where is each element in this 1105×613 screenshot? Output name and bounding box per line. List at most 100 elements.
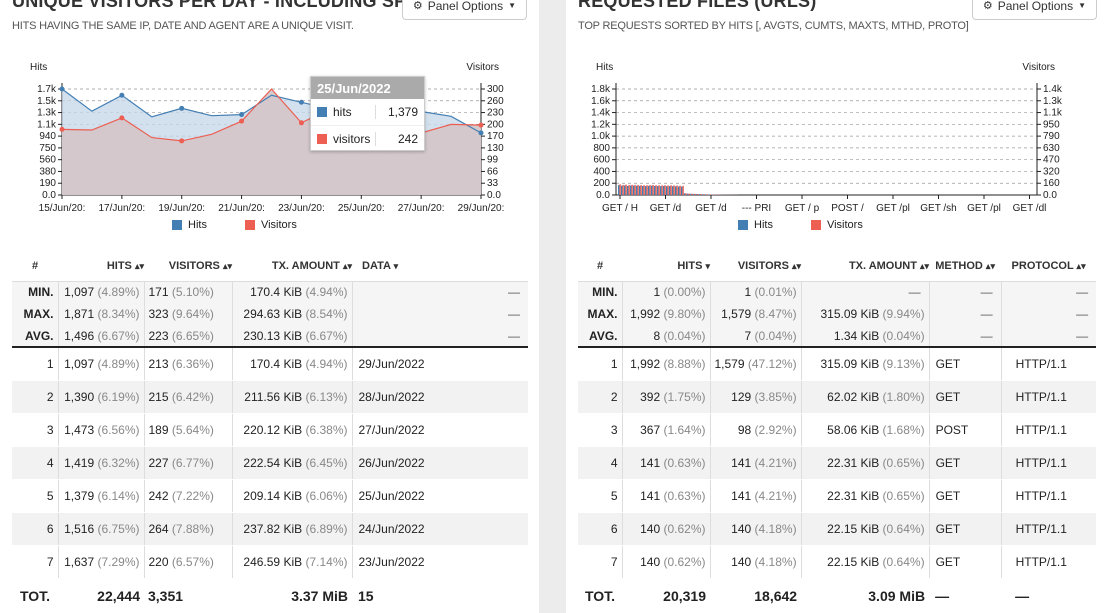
cell-hits: 141 (0.63%) xyxy=(621,479,710,513)
sort-icon: ▴▾ xyxy=(920,260,930,271)
hits-percent: (1.75%) xyxy=(663,389,706,404)
table-row[interactable]: 4 1,419 (6.32%) 227 (6.77%) 222.54 KiB (6.4… xyxy=(12,446,528,480)
visitors-bar xyxy=(652,184,654,195)
y-tick-label: 1.7k xyxy=(37,84,57,95)
visitors-bar xyxy=(694,193,696,195)
row-index: 2 xyxy=(578,380,622,414)
header-data[interactable]: DATA ▾ xyxy=(352,251,528,281)
axes: Hits Visitors0.0 0.0200 160400 320600 470800 6… xyxy=(591,62,1063,201)
table-row[interactable]: 4 141 (0.63%) 141 (4.21%) 22.31 KiB (0.65%)… xyxy=(578,446,1097,480)
y2-tick-label: 160 xyxy=(1043,178,1060,189)
sort-icon: ▴▾ xyxy=(985,260,995,271)
hits-bar xyxy=(654,185,656,195)
table-row[interactable]: 3 367 (1.64%) 98 (2.92%) 58.06 KiB (1.68%) P… xyxy=(578,413,1097,447)
row-index: 4 xyxy=(578,446,622,480)
cell-hits: 1,992 (8.88%) xyxy=(621,347,710,381)
hits-value: 8 xyxy=(653,328,661,343)
y-tick-label: 560 xyxy=(39,155,56,166)
table-row[interactable]: 2 1,390 (6.19%) 215 (6.42%) 211.56 KiB (6.1… xyxy=(12,380,528,414)
y2-tick-label: 320 xyxy=(1043,166,1060,177)
panel-options-button[interactable]: ⚙ Panel Options ▼ xyxy=(401,0,527,20)
cell-method: — xyxy=(928,303,1002,325)
cell-tx: — xyxy=(800,280,930,303)
cell-hits: 1,097 (4.89%) xyxy=(57,280,144,303)
table-row[interactable]: 6 140 (0.62%) 140 (4.18%) 22.15 KiB (0.64%)… xyxy=(578,512,1097,546)
total-tx: 3.37 MiB xyxy=(232,577,352,613)
cell-visitors: 213 (6.36%) xyxy=(143,347,232,381)
header-visitors[interactable]: VISITORS ▴▾ xyxy=(144,251,232,281)
hits-bar xyxy=(678,186,680,195)
legend-item-hits[interactable]: Hits xyxy=(738,219,773,231)
table-row[interactable]: 5 141 (0.63%) 141 (4.21%) 22.31 KiB (0.65%)… xyxy=(578,479,1097,513)
legend-item-visitors[interactable]: Visitors xyxy=(810,219,863,231)
visitors-bar xyxy=(691,193,693,195)
visitors-bar xyxy=(646,185,648,195)
sort-icon: ▴▾ xyxy=(342,260,352,271)
tx-percent: (0.65%) xyxy=(882,455,925,470)
requested-files-table: # HITS ▾ VISITORS ▴▾ TX. AMOUNT ▴▾ METHO… xyxy=(578,251,1097,613)
visitors-value: 220 xyxy=(148,554,169,569)
table-row[interactable]: 5 1,379 (6.14%) 242 (7.22%) 209.14 KiB (6.0… xyxy=(12,479,528,513)
cell-visitors: 141 (4.21%) xyxy=(709,446,802,480)
table-row[interactable]: 7 1,637 (7.29%) 220 (6.57%) 246.59 KiB (7.1… xyxy=(12,545,528,579)
hits-value: 1,992 xyxy=(630,307,661,321)
cell-tx: 1.34 KiB (0.04%) xyxy=(800,325,930,348)
x-tick-label: GET /sh xyxy=(920,203,957,214)
visitors-percent: (6.36%) xyxy=(171,356,214,371)
stat-row: MAX. 1,992 (9.80%) 1,579 (8.47%) 315.09 KiB… xyxy=(578,303,1097,325)
visitors-bar xyxy=(697,193,699,195)
x-tick-label: --- PRI xyxy=(742,203,771,214)
cell-tx: 222.54 KiB (6.45%) xyxy=(231,446,352,480)
tx-percent: (6.38%) xyxy=(305,422,348,437)
y-tick-label: 0.0 xyxy=(596,190,610,201)
header-visitors[interactable]: VISITORS ▴▾ xyxy=(710,251,801,281)
legend-item-hits[interactable]: Hits xyxy=(172,219,207,231)
gear-icon: ⚙ xyxy=(412,0,423,12)
requested-files-bar-chart[interactable]: Hits Visitors0.0 0.0200 160400 320600 470800 6… xyxy=(566,55,1105,217)
legend-label: Hits xyxy=(754,219,773,231)
visitors-bar xyxy=(658,185,660,195)
hits-percent: (0.63%) xyxy=(663,455,706,470)
panel-options-label: Panel Options xyxy=(427,0,504,13)
visitors-bar xyxy=(631,184,633,195)
table-row[interactable]: 1 1,097 (4.89%) 213 (6.36%) 170.4 KiB (4.94… xyxy=(12,347,528,381)
panel-options-button[interactable]: ⚙ Panel Options ▼ xyxy=(971,0,1097,20)
tx-value: 209.14 KiB xyxy=(243,488,303,503)
y2-tick-label: 170 xyxy=(487,131,504,142)
hits-bar xyxy=(675,186,677,195)
x-tick-label: GET /dl xyxy=(1013,203,1047,214)
table-row[interactable]: 7 140 (0.62%) 140 (4.18%) 22.15 KiB (0.64%)… xyxy=(578,545,1097,579)
header-protocol[interactable]: PROTOCOL ▴▾ xyxy=(1001,251,1096,281)
visitors-area-chart[interactable]: Hits Visitors0.0 0.0190 33380 66560 99750 1309… xyxy=(0,55,539,217)
cell-visitors: 223 (6.65%) xyxy=(143,325,232,348)
hits-value: 392 xyxy=(640,389,661,404)
sort-icon: ▴▾ xyxy=(222,260,232,271)
row-index: 1 xyxy=(578,347,622,381)
sort-icon: ▾ xyxy=(705,260,710,271)
visitors-bar xyxy=(622,184,624,195)
y-tick-label: 600 xyxy=(593,155,610,166)
tx-percent: (9.13%) xyxy=(882,356,925,371)
y-tick-label: 200 xyxy=(593,178,610,189)
table-row[interactable]: 2 392 (1.75%) 129 (3.85%) 62.02 KiB (1.80%)… xyxy=(578,380,1097,414)
hits-bar xyxy=(630,185,632,195)
visitors-percent: (5.64%) xyxy=(171,422,214,437)
cell-visitors: 220 (6.57%) xyxy=(143,545,232,579)
header-hits[interactable]: HITS ▴▾ xyxy=(58,251,144,281)
cell-hits: 141 (0.63%) xyxy=(621,446,710,480)
x-tick-label: GET /d xyxy=(650,203,682,214)
cell-protocol: HTTP/1.1 xyxy=(1000,446,1097,480)
header-hits[interactable]: HITS ▾ xyxy=(622,251,710,281)
legend-swatch-visitors xyxy=(244,220,255,230)
header-method[interactable]: METHOD ▴▾ xyxy=(929,251,1001,281)
cell-data: 28/Jun/2022 xyxy=(351,380,528,414)
hits-bar xyxy=(696,194,698,195)
visitors-percent: (0.01%) xyxy=(754,285,797,300)
legend-item-visitors[interactable]: Visitors xyxy=(244,219,297,231)
table-row[interactable]: 1 1,992 (8.88%) 1,579 (47.12%) 315.09 KiB (… xyxy=(578,347,1097,381)
table-row[interactable]: 6 1,516 (6.75%) 264 (7.88%) 237.82 KiB (6.8… xyxy=(12,512,528,546)
hits-percent: (9.80%) xyxy=(663,307,706,321)
table-row[interactable]: 3 1,473 (6.56%) 189 (5.64%) 220.12 KiB (6.3… xyxy=(12,413,528,447)
header-tx-amount[interactable]: TX. AMOUNT ▴▾ xyxy=(801,251,929,281)
header-tx-amount[interactable]: TX. AMOUNT ▴▾ xyxy=(232,251,352,281)
